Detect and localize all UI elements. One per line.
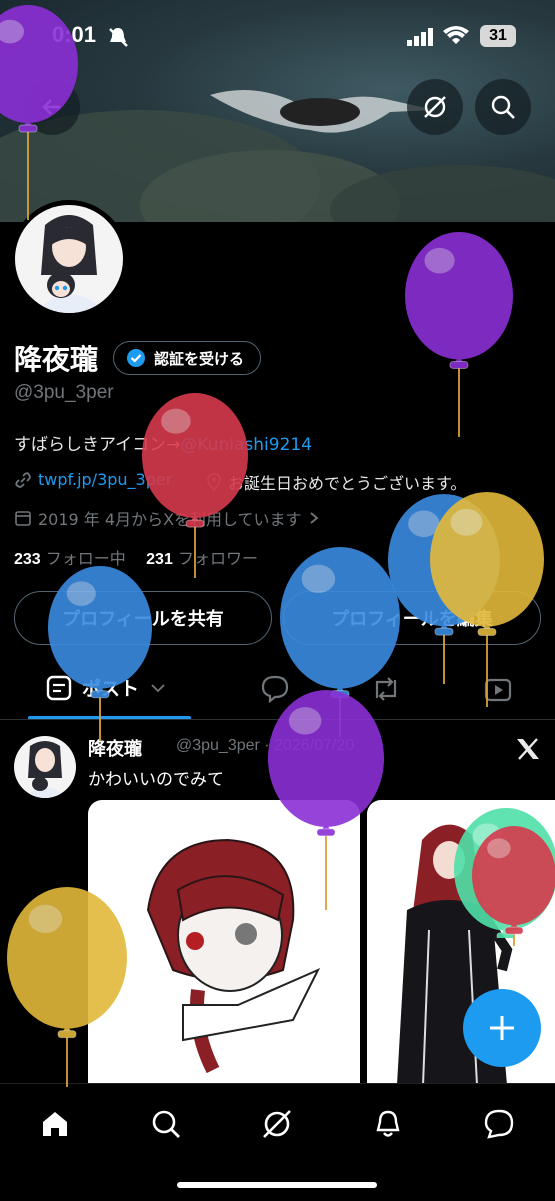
following-label: フォロー中 [45,549,126,568]
nav-grok[interactable] [255,1102,299,1146]
post-avatar-illustration [24,741,66,798]
status-time: 0:01 [52,22,97,47]
posts-icon [46,675,72,700]
search-icon [491,95,515,119]
tab-posts-label: ポスト [82,678,140,700]
grok-icon [424,96,446,118]
tab-reposts[interactable] [366,672,406,706]
share-profile-button[interactable]: プロフィールを共有 [14,591,272,645]
following-link[interactable]: 233 フォロー中 [14,549,126,568]
followers-label: フォロワー [177,549,258,568]
sketch-illustration [146,838,321,1074]
profile-location: お誕生日おめでとうございます。 [206,470,466,494]
messages-icon [484,1109,514,1139]
post-image-drawing[interactable] [88,800,360,1085]
home-indicator [177,1182,377,1188]
profile-handle: @3pu_3per [14,382,114,403]
bell-muted-icon [109,28,128,47]
tab-videos[interactable] [478,672,518,706]
location-text: お誕生日おめでとうございます。 [228,474,467,493]
joined-text: 2019 年 4月からXを利用しています [38,510,302,529]
post-text: かわいいのでみて [88,770,224,790]
verified-badge-icon [127,349,145,367]
balloon-icon [388,494,500,684]
grok-button[interactable] [407,79,463,135]
post-avatar[interactable] [14,736,76,798]
website-link[interactable]: twpf.jp/3pu_3per [38,470,172,489]
edit-profile-button[interactable]: プロフィールを編集 [283,591,541,645]
reply-icon [261,675,289,704]
compose-post-button[interactable] [463,989,541,1067]
followers-count: 231 [146,551,173,568]
nav-notifications[interactable] [366,1102,410,1146]
profile-website: twpf.jp/3pu_3per [14,470,172,489]
nav-messages[interactable] [477,1102,521,1146]
avatar-illustration [35,215,107,313]
repost-icon [375,677,397,701]
follow-stats: 233 フォロー中 231 フォロワー [14,545,258,569]
tabs-divider [0,719,555,720]
location-icon [207,473,221,491]
profile-bio: すばらしきアイコン→@Kuniashi9214 [14,430,312,455]
video-icon [484,678,512,702]
following-count: 233 [14,551,41,568]
profile-display-name: 降夜瓏 [14,344,99,375]
post-author-meta: @3pu_3per · 2026/07/20 [176,737,355,754]
tab-replies[interactable] [255,672,295,706]
back-button[interactable] [24,79,80,135]
nav-home[interactable] [33,1102,77,1146]
link-icon [15,471,31,488]
x-logo-icon [517,738,539,760]
get-verified-button[interactable]: 認証を受ける [113,341,262,375]
get-verified-label: 認証を受ける [154,349,245,368]
plus-icon [490,1016,514,1040]
bio-text: すばらしきアイコン→ [14,435,181,455]
grok-icon [263,1110,291,1138]
nav-search[interactable] [144,1102,188,1146]
followers-link[interactable]: 231 フォロワー [146,549,258,568]
balloon-icon [405,232,513,437]
search-button[interactable] [475,79,531,135]
back-arrow-icon [42,99,60,115]
search-icon [152,1110,180,1138]
chevron-right-icon [309,512,318,524]
tab-posts[interactable]: ポスト [46,674,167,701]
battery-indicator: 31 [480,25,516,47]
chevron-down-icon [151,683,165,692]
cellular-signal-icon [407,28,433,46]
home-icon [43,1112,67,1136]
bio-mention-link[interactable]: @Kuniashi9214 [180,435,312,455]
calendar-icon [15,511,31,526]
post-author-name[interactable]: 降夜瓏 [88,735,142,761]
manta-ray-image [210,90,435,133]
post-date: 2026/07/20 [274,737,355,754]
profile-avatar[interactable] [10,200,128,318]
bell-icon [376,1110,400,1137]
profile-joined[interactable]: 2019 年 4月からXを利用しています [14,506,320,530]
wifi-icon [443,26,469,44]
post-author-handle: @3pu_3per [176,737,260,754]
